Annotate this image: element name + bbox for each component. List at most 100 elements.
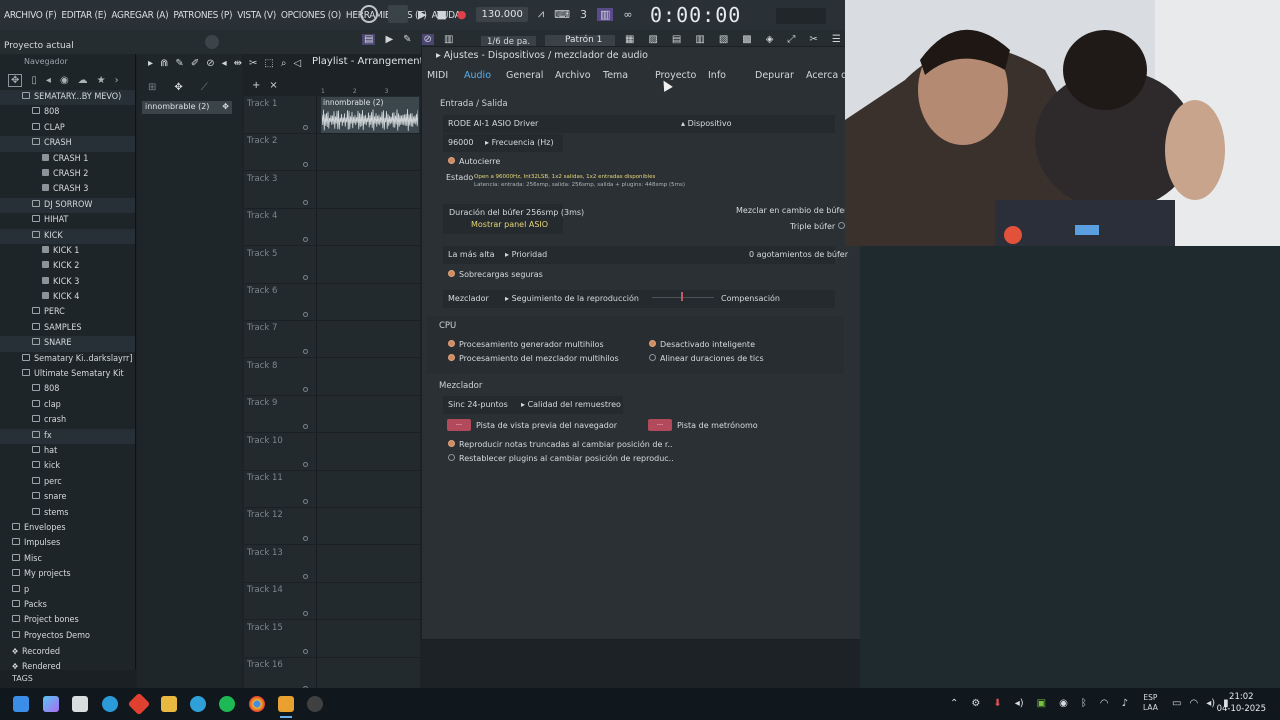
radio-align-ticks[interactable] xyxy=(649,354,656,361)
browser-item[interactable]: SAMPLES xyxy=(0,321,135,336)
browser-item[interactable]: Project bones xyxy=(0,613,135,628)
browser-item[interactable]: 808 xyxy=(0,105,135,120)
track-label[interactable]: Track 5 xyxy=(247,249,277,259)
browser-item[interactable]: PERC xyxy=(0,305,135,320)
browser-item[interactable]: hat xyxy=(0,444,135,459)
menu-item-1[interactable]: EDITAR (E) xyxy=(61,10,106,21)
bluetooth-icon[interactable]: ᛒ xyxy=(1081,698,1087,709)
stop-button[interactable]: ■ xyxy=(436,8,446,21)
track-label[interactable]: Track 8 xyxy=(247,361,277,371)
playlist-area[interactable] xyxy=(244,96,420,688)
discord-icon[interactable]: ◉ xyxy=(1059,698,1068,709)
browser-item[interactable]: KICK xyxy=(0,228,135,244)
browser-app-icon[interactable] xyxy=(190,696,206,712)
radio-reset-plugins[interactable] xyxy=(448,454,455,461)
loop-record-icon[interactable]: ▥ xyxy=(596,7,614,21)
tab-audio[interactable]: Audio xyxy=(464,70,491,81)
menu-item-4[interactable]: VISTA (V) xyxy=(237,10,276,21)
browser-item[interactable]: crash xyxy=(0,413,135,428)
track-label[interactable]: Track 16 xyxy=(247,660,283,670)
browser-item[interactable]: Ultimate Sematary Kit xyxy=(0,367,135,382)
track-label[interactable]: Track 11 xyxy=(247,473,283,483)
playback-icon[interactable]: ◁ xyxy=(293,58,301,69)
browser-item[interactable]: Packs xyxy=(0,598,135,613)
radio-truncated-notes[interactable] xyxy=(448,440,455,447)
track-label[interactable]: Track 12 xyxy=(247,510,283,520)
browser-item[interactable]: SNARE xyxy=(0,336,135,352)
browser-item[interactable]: CLAP xyxy=(0,121,135,136)
track-mute-led[interactable] xyxy=(303,461,308,467)
cpu-opt-align-ticks[interactable]: Alinear duraciones de tics xyxy=(649,354,764,363)
radio-cpu-mixer[interactable] xyxy=(448,354,455,361)
browser-item[interactable]: Misc xyxy=(0,552,135,567)
browser-item[interactable]: p xyxy=(0,583,135,598)
touch-icon[interactable]: ◈ xyxy=(766,34,774,45)
nvidia-icon[interactable]: ▣ xyxy=(1037,698,1046,709)
cpu-opt-generator[interactable]: Procesamiento generador multihilos xyxy=(448,340,604,349)
store-icon[interactable] xyxy=(72,696,88,712)
file-icon[interactable]: ▯ xyxy=(31,75,37,86)
edge-icon[interactable] xyxy=(102,696,118,712)
triple-buffer-option[interactable]: Triple búfer xyxy=(790,222,849,231)
radio-safe-overloads[interactable] xyxy=(448,270,455,277)
delete-icon[interactable]: ⊘ xyxy=(206,58,214,69)
plugin-icon[interactable]: ▧ xyxy=(719,34,728,45)
mic-tray-icon[interactable]: ⬇ xyxy=(993,698,1001,709)
tags-bar[interactable]: TAGS xyxy=(0,670,136,688)
browser-item[interactable]: Impulses xyxy=(0,536,135,551)
picker-link-icon[interactable]: ⟋ xyxy=(201,82,208,93)
cpu-opt-smart-disable[interactable]: Desactivado inteligente xyxy=(649,340,755,349)
track-mute-led[interactable] xyxy=(303,573,308,579)
menu-arrow-icon[interactable]: ▸ xyxy=(148,58,153,69)
song-mode-icon[interactable] xyxy=(360,5,378,23)
track-label[interactable]: Track 4 xyxy=(247,211,277,221)
browser-item[interactable]: SEMATARY...BY MEVO) xyxy=(0,90,135,106)
metronome-icon[interactable]: ⩘ xyxy=(538,7,544,21)
radio-autoclose[interactable] xyxy=(448,157,455,164)
draw-icon[interactable]: ✎ xyxy=(175,58,183,69)
track-label[interactable]: Track 13 xyxy=(247,548,283,558)
browser-item[interactable]: KICK 2 xyxy=(0,259,135,274)
spotify-icon[interactable] xyxy=(219,696,235,712)
track-mute-led[interactable] xyxy=(303,386,308,392)
buffer-length[interactable]: Duración del búfer 256smp (3ms) xyxy=(449,208,584,217)
mix-buffer-option[interactable]: Mezclar en cambio de búfer xyxy=(736,206,861,215)
track-label[interactable]: Track 2 xyxy=(247,136,277,146)
browser-item[interactable]: DJ SORROW xyxy=(0,197,135,214)
browser-item[interactable]: clap xyxy=(0,398,135,413)
record-button[interactable]: ● xyxy=(457,8,467,21)
priority-select[interactable]: La más alta xyxy=(448,250,494,259)
slice-icon[interactable]: ✂ xyxy=(249,58,257,69)
menu-item-0[interactable]: ARCHIVO (F) xyxy=(4,10,57,21)
browser-item[interactable]: snare xyxy=(0,490,135,505)
channel-rack-icon[interactable]: ▤ xyxy=(672,34,681,45)
tab-general[interactable]: General xyxy=(506,70,543,81)
tools-icon[interactable]: ✂ xyxy=(809,34,817,45)
zoom-icon[interactable]: ⌕ xyxy=(281,58,287,69)
tab-midi[interactable]: MIDI xyxy=(427,70,448,81)
menu-item-5[interactable]: OPCIONES (O) xyxy=(281,10,341,21)
radio-cpu-generator[interactable] xyxy=(448,340,455,347)
browser-item[interactable]: ✥ Recorded xyxy=(0,644,135,659)
cloud-icon[interactable]: ☁ xyxy=(78,75,88,86)
picker-list-icon[interactable]: ⊞ xyxy=(148,82,156,93)
track-label[interactable]: Track 9 xyxy=(247,398,277,408)
grid-icon[interactable]: ▥ xyxy=(444,34,453,45)
opt-reset-plugins[interactable]: Restablecer plugins al cambiar posición … xyxy=(448,454,674,463)
track-mute-led[interactable] xyxy=(303,125,308,130)
browser-item[interactable]: KICK 3 xyxy=(0,275,135,290)
metronome-track-selector[interactable]: --- xyxy=(648,419,672,431)
taskbar-clock[interactable]: 21:02 04-10-2025 xyxy=(1217,691,1266,715)
track-label[interactable]: Track 7 xyxy=(247,323,277,333)
fl-studio-icon[interactable] xyxy=(278,696,294,712)
audio-tray-icon[interactable]: ◂) xyxy=(1015,698,1024,709)
chrome-icon[interactable] xyxy=(249,696,265,712)
autoclose-option[interactable]: Autocierre xyxy=(448,157,500,166)
tab-archivo[interactable]: Archivo xyxy=(555,70,591,81)
start-icon[interactable] xyxy=(13,696,29,712)
microphone-icon[interactable]: ♪ xyxy=(1122,698,1128,709)
plugin-db-icon[interactable]: ◉ xyxy=(60,75,69,86)
browser-item[interactable]: CRASH 3 xyxy=(0,182,135,197)
menu-item-2[interactable]: AGREGAR (A) xyxy=(111,10,168,21)
piano-roll-icon[interactable]: ▨ xyxy=(648,34,657,45)
